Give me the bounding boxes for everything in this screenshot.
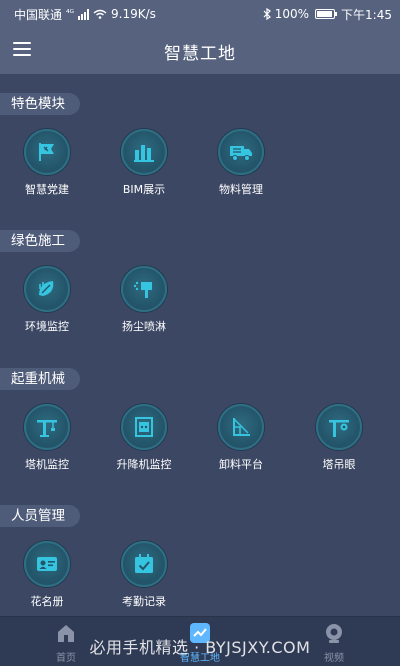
module-environment[interactable]: 环境监控 (2, 266, 92, 334)
tower-crane-icon (24, 404, 70, 450)
module-bim[interactable]: BIM展示 (99, 129, 189, 197)
module-attendance[interactable]: 考勤记录 (99, 541, 189, 609)
section-label: 人员管理 (0, 505, 80, 527)
module-label: 塔机监控 (25, 458, 69, 471)
battery-icon (315, 9, 338, 19)
module-label: 环境监控 (25, 320, 69, 333)
module-party-building[interactable]: 智慧党建 (2, 129, 92, 197)
wifi-icon (93, 9, 107, 19)
leaf-monitor-icon (24, 266, 70, 312)
status-right: 100% 下午1:45 (263, 6, 392, 23)
id-card-icon (24, 541, 70, 587)
bim-building-icon (121, 129, 167, 175)
carrier-label: 中国联通 (14, 7, 63, 22)
party-flag-icon (24, 129, 70, 175)
clock: 下午1:45 (341, 7, 392, 22)
page-title: 智慧工地 (164, 43, 236, 64)
module-tower-crane-monitor[interactable]: 塔机监控 (2, 404, 92, 472)
network-speed: 9.19K/s (111, 7, 156, 21)
module-dust-spray[interactable]: 扬尘喷淋 (99, 266, 189, 334)
spray-icon (121, 266, 167, 312)
signal-icon (78, 8, 90, 20)
watermark-text: 必用手机精选 · BYJSJXY.COM (89, 638, 311, 657)
status-bar: 中国联通 ⁴ᴳ 9.19K/s 100% 下午1:45 (0, 0, 400, 28)
battery-percent: 100% (274, 7, 310, 21)
section-label: 绿色施工 (0, 230, 80, 252)
module-unloading-platform[interactable]: 卸料平台 (196, 404, 286, 472)
module-grid: 特色模块 智慧党建 BIM展示 物料管理 绿色施工 环境监控 扬尘喷淋 起重机械… (0, 74, 400, 616)
module-label: 物料管理 (219, 183, 263, 196)
module-label: 花名册 (30, 595, 64, 608)
section-label: 特色模块 (0, 93, 80, 115)
module-label: 卸料平台 (219, 458, 263, 471)
module-label: 智慧党建 (25, 183, 69, 196)
module-roster[interactable]: 花名册 (2, 541, 92, 609)
crane-camera-icon (316, 404, 362, 450)
app-header: 智慧工地 (0, 28, 400, 74)
module-label: 扬尘喷淋 (122, 320, 166, 333)
module-label: 升降机监控 (116, 458, 172, 471)
module-crane-eye[interactable]: 塔吊眼 (294, 404, 384, 472)
module-label: 塔吊眼 (322, 458, 356, 471)
truck-icon (218, 129, 264, 175)
module-label: 考勤记录 (122, 595, 166, 608)
network-type: ⁴ᴳ (66, 9, 75, 19)
module-elevator-monitor[interactable]: 升降机监控 (99, 404, 189, 472)
status-left: 中国联通 ⁴ᴳ 9.19K/s (14, 6, 156, 23)
bluetooth-icon (263, 8, 271, 20)
section-label: 起重机械 (0, 368, 80, 390)
module-label: BIM展示 (122, 183, 166, 196)
attendance-calendar-icon (121, 541, 167, 587)
elevator-icon (121, 404, 167, 450)
unloading-platform-icon (218, 404, 264, 450)
menu-icon[interactable] (13, 42, 31, 58)
module-materials[interactable]: 物料管理 (196, 129, 286, 197)
